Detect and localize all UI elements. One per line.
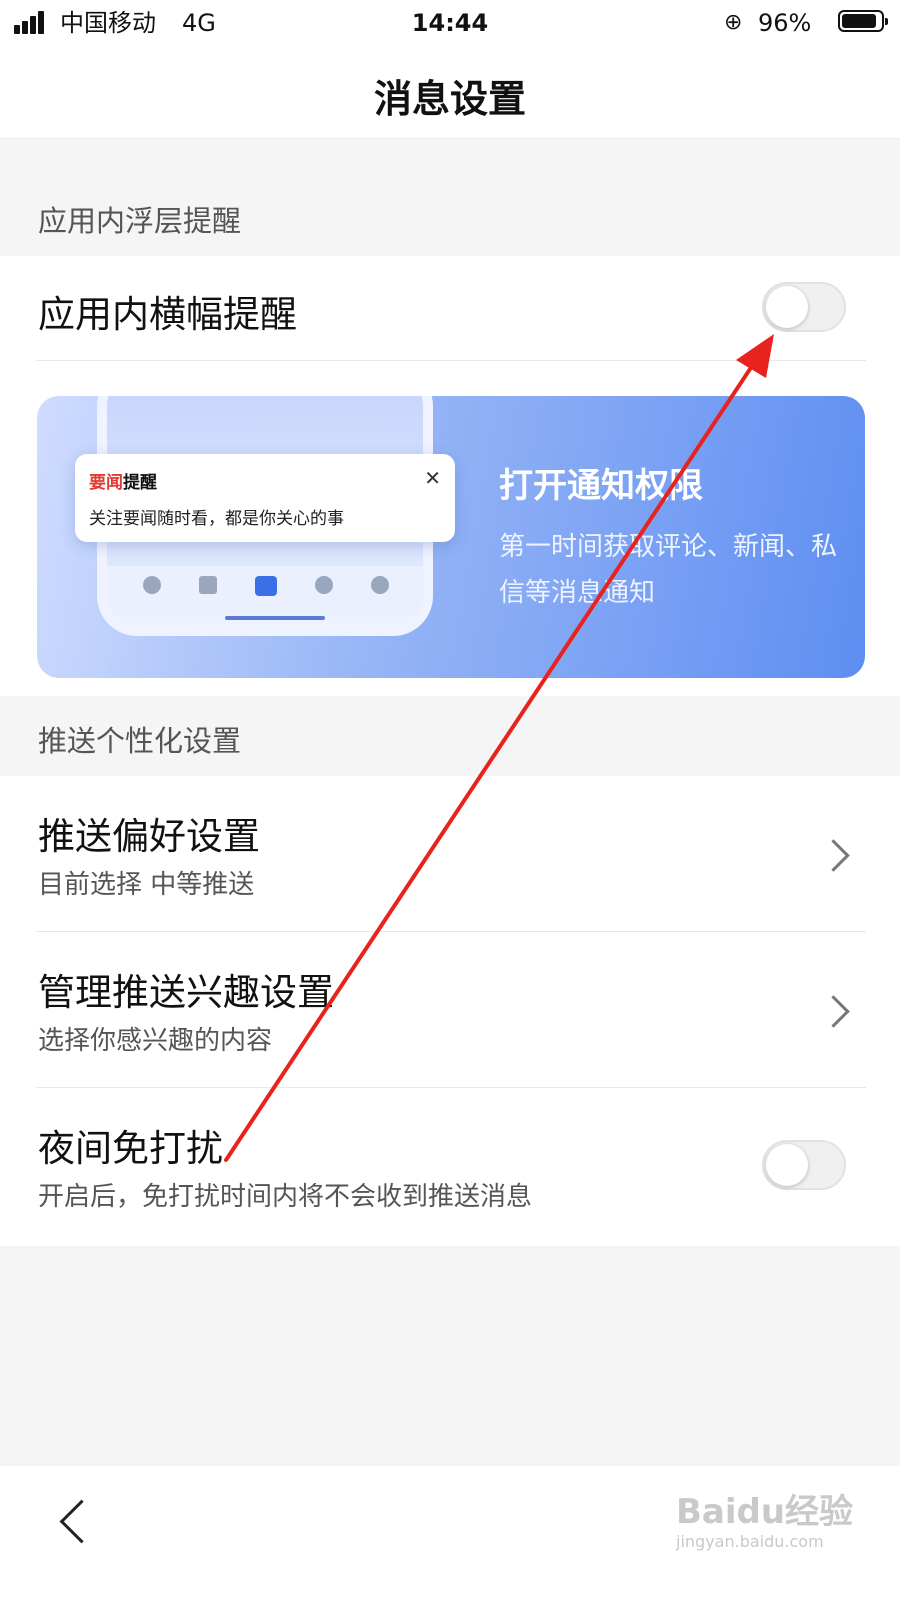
annotation-arrow bbox=[224, 334, 774, 1162]
bottom-bar: Baidu经验 jingyan.baidu.com bbox=[0, 1466, 900, 1600]
back-arrow-icon[interactable] bbox=[59, 1499, 104, 1544]
watermark-logo: Baidu经验 bbox=[676, 1492, 854, 1532]
watermark-url: jingyan.baidu.com bbox=[676, 1532, 824, 1551]
